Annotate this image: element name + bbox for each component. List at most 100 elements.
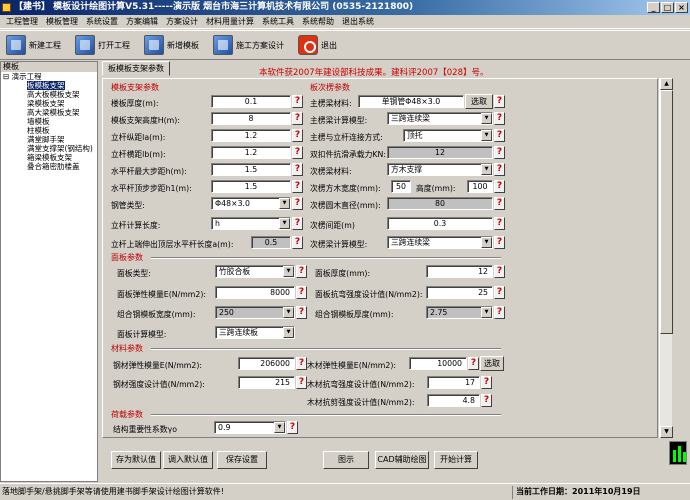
help-icon[interactable]: ? bbox=[494, 306, 505, 319]
tree-item[interactable]: 梁模板支架 bbox=[1, 99, 97, 108]
help-icon[interactable]: ? bbox=[292, 129, 303, 142]
tree-item[interactable]: 叠合箱密肋楼盖 bbox=[1, 162, 97, 171]
help-icon[interactable]: ? bbox=[292, 95, 303, 108]
help-icon[interactable]: ? bbox=[292, 163, 303, 176]
help-icon[interactable]: ? bbox=[292, 197, 303, 210]
panel-thickness-input[interactable]: 12 bbox=[426, 265, 493, 278]
help-icon[interactable]: ? bbox=[292, 112, 303, 125]
start-calculation-button[interactable]: 开始计算 bbox=[434, 451, 478, 469]
steel-e-input[interactable]: 206000 bbox=[238, 357, 295, 370]
menu-tools[interactable]: 系统工具 bbox=[258, 16, 298, 27]
diagram-button[interactable]: 图示 bbox=[323, 451, 369, 469]
main-model-select[interactable]: 三跨连续梁 ▼ bbox=[387, 112, 493, 125]
panel-f-input[interactable]: 25 bbox=[426, 286, 493, 299]
load-default-button[interactable]: 调入默认值 bbox=[163, 451, 213, 469]
help-icon[interactable]: ? bbox=[296, 286, 307, 299]
scroll-down-icon[interactable]: ▼ bbox=[660, 426, 673, 438]
calc-length-select[interactable]: h ▼ bbox=[211, 217, 291, 230]
help-icon[interactable]: ? bbox=[494, 163, 505, 176]
secondary-model-select[interactable]: 三跨连续梁 ▼ bbox=[387, 236, 493, 249]
close-button[interactable]: × bbox=[675, 2, 688, 13]
steel-f-input[interactable]: 215 bbox=[238, 376, 295, 389]
tab-slab-support-params[interactable]: 板模板支架参数 bbox=[102, 61, 170, 76]
help-icon[interactable]: ? bbox=[494, 286, 505, 299]
menu-material[interactable]: 材料用量计算 bbox=[202, 16, 258, 27]
add-template-button[interactable]: 新增模板 bbox=[144, 33, 199, 57]
menu-settings[interactable]: 系统设置 bbox=[82, 16, 122, 27]
scrollbar-thumb[interactable] bbox=[660, 90, 673, 334]
secondary-material-select[interactable]: 方木支撑 ▼ bbox=[387, 163, 493, 176]
la-input[interactable]: 1.2 bbox=[211, 129, 291, 142]
help-icon[interactable]: ? bbox=[494, 146, 505, 159]
tree-item[interactable]: 满堂支撑架(钢结构) bbox=[1, 144, 97, 153]
wood-f-input[interactable]: 17 bbox=[427, 376, 480, 389]
connection-select[interactable]: 顶托 ▼ bbox=[403, 129, 493, 142]
help-icon[interactable]: ? bbox=[292, 217, 303, 230]
help-icon[interactable]: ? bbox=[494, 217, 505, 230]
help-icon[interactable]: ? bbox=[296, 376, 307, 389]
steel-width-select[interactable]: 250 ▼ bbox=[215, 306, 295, 319]
step-h-input[interactable]: 1.5 bbox=[211, 163, 291, 176]
tree-item[interactable]: 箱梁模板支架 bbox=[1, 153, 97, 162]
scroll-up-icon[interactable]: ▲ bbox=[660, 78, 673, 90]
tree-item[interactable]: 高大板模板支架 bbox=[1, 90, 97, 99]
menu-exit[interactable]: 退出系统 bbox=[338, 16, 378, 27]
help-icon[interactable]: ? bbox=[494, 129, 505, 142]
wood-width-input[interactable]: 50 bbox=[391, 180, 411, 193]
help-icon[interactable]: ? bbox=[494, 180, 505, 193]
help-icon[interactable]: ? bbox=[494, 95, 505, 108]
help-icon[interactable]: ? bbox=[296, 306, 307, 319]
help-icon[interactable]: ? bbox=[292, 236, 303, 249]
help-icon[interactable]: ? bbox=[296, 357, 307, 370]
tree-item[interactable]: 墙模板 bbox=[1, 117, 97, 126]
wood-v-input[interactable]: 4.8 bbox=[427, 394, 480, 407]
tree-item[interactable]: 高大梁模板支架 bbox=[1, 108, 97, 117]
minimize-button[interactable]: _ bbox=[647, 2, 660, 13]
pipe-type-select[interactable]: Φ48×3.0 ▼ bbox=[211, 197, 291, 210]
tree-item[interactable]: 满堂脚手架 bbox=[1, 135, 97, 144]
steel-thickness-select[interactable]: 2.75 ▼ bbox=[426, 306, 493, 319]
wood-height-input[interactable]: 100 bbox=[467, 180, 493, 193]
step-h1-input[interactable]: 1.5 bbox=[211, 180, 291, 193]
help-icon[interactable]: ? bbox=[296, 265, 307, 278]
tree-root[interactable]: ⊟ 演示工程 bbox=[1, 72, 97, 81]
help-icon[interactable]: ? bbox=[494, 112, 505, 125]
thickness-input[interactable]: 0.1 bbox=[211, 95, 291, 108]
height-input[interactable]: 8 bbox=[211, 112, 291, 125]
secondary-spacing-input[interactable]: 0.3 bbox=[387, 217, 493, 230]
open-project-button[interactable]: 打开工程 bbox=[75, 33, 130, 57]
help-icon[interactable]: ? bbox=[287, 421, 298, 434]
maximize-button[interactable]: □ bbox=[661, 2, 674, 13]
help-icon[interactable]: ? bbox=[292, 180, 303, 193]
save-default-button[interactable]: 存为默认值 bbox=[111, 451, 161, 469]
select-main-material-button[interactable]: 选取 bbox=[465, 94, 493, 109]
vertical-scrollbar[interactable]: ▲ ▼ bbox=[659, 78, 673, 438]
cad-drawing-button[interactable]: CAD辅助绘图 bbox=[375, 451, 429, 469]
main-material-input[interactable]: 单钢管Φ48×3.0 bbox=[358, 95, 464, 108]
help-icon[interactable]: ? bbox=[494, 236, 505, 249]
save-settings-button[interactable]: 保存设置 bbox=[217, 451, 267, 469]
panel-type-select[interactable]: 竹胶合板 ▼ bbox=[215, 265, 295, 278]
menu-template[interactable]: 模板管理 bbox=[42, 16, 82, 27]
importance-factor-select[interactable]: 0.9 ▼ bbox=[214, 421, 286, 434]
help-icon[interactable]: ? bbox=[292, 146, 303, 159]
wood-e-input[interactable]: 10000 bbox=[409, 357, 467, 370]
menu-project[interactable]: 工程管理 bbox=[2, 16, 42, 27]
select-wood-button[interactable]: 选取 bbox=[480, 356, 504, 371]
panel-model-select[interactable]: 三跨连续板 ▼ bbox=[215, 326, 295, 339]
help-icon[interactable]: ? bbox=[481, 394, 492, 407]
help-icon[interactable]: ? bbox=[494, 265, 505, 278]
exit-button[interactable]: 退出 bbox=[298, 33, 337, 57]
construction-plan-button[interactable]: 施工方案设计 bbox=[213, 33, 284, 57]
new-project-button[interactable]: 新建工程 bbox=[6, 33, 61, 57]
menu-help[interactable]: 系统帮助 bbox=[298, 16, 338, 27]
menu-design-plan[interactable]: 方案设计 bbox=[162, 16, 202, 27]
help-icon[interactable]: ? bbox=[494, 197, 505, 210]
panel-e-input[interactable]: 8000 bbox=[215, 286, 295, 299]
tree-item[interactable]: 柱模板 bbox=[1, 126, 97, 135]
help-icon[interactable]: ? bbox=[481, 376, 492, 389]
menu-edit-plan[interactable]: 方案编辑 bbox=[122, 16, 162, 27]
tree-item[interactable]: 板模板支架 bbox=[1, 81, 97, 90]
help-icon[interactable]: ? bbox=[468, 357, 479, 370]
lb-input[interactable]: 1.2 bbox=[211, 146, 291, 159]
